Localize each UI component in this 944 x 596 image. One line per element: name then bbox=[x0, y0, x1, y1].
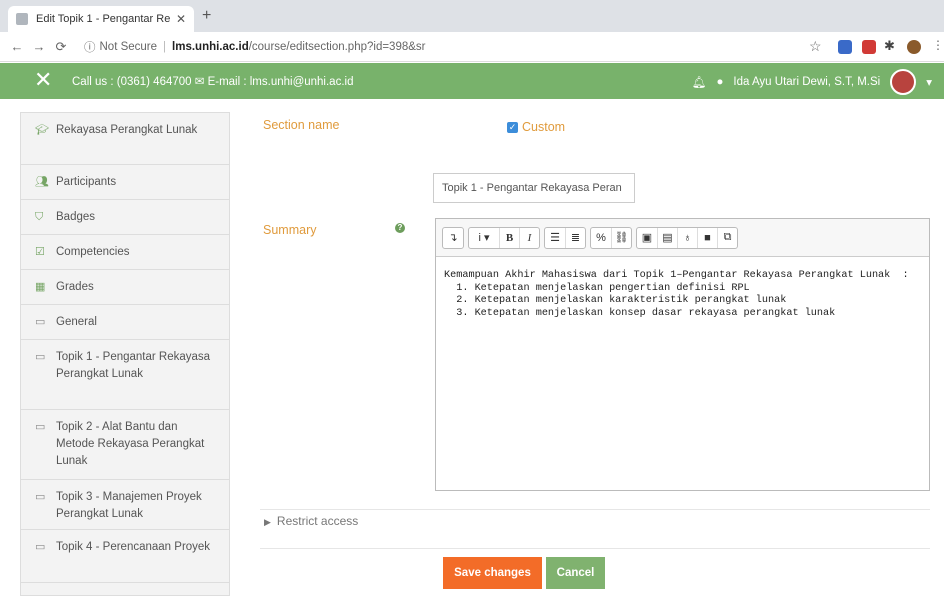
sidebar-item-badges[interactable]: ⛉ Badges bbox=[21, 200, 229, 235]
sidebar-item-competencies[interactable]: ☑ Competencies bbox=[21, 235, 229, 270]
user-name[interactable]: Ida Ayu Utari Dewi, S.T, M.Si bbox=[733, 76, 880, 88]
message-icon[interactable]: ● bbox=[716, 76, 723, 88]
new-tab-button[interactable]: + bbox=[202, 7, 211, 25]
shield-icon: ⛉ bbox=[35, 211, 44, 223]
address-bar: ← → ⟳ ⓘ Not Secure | lms.unhi.ac.id/cour… bbox=[0, 32, 944, 62]
avatar[interactable] bbox=[890, 69, 917, 95]
summary-editor[interactable]: ↴ i ▾ B I ☰ ≣ % ⛓ ▣ ▤ ♁ ■ ⧉ Kemampuan Akhir Maha… bbox=[435, 218, 930, 491]
reload-icon[interactable]: ⟳ bbox=[50, 39, 72, 55]
sidebar-item-label: Participants bbox=[56, 176, 117, 188]
folder-icon: ▭ bbox=[35, 421, 46, 433]
divider bbox=[260, 548, 930, 549]
tab-title: Edit Topik 1 - Pengantar Rekay bbox=[36, 13, 170, 25]
section-name-label: Section name bbox=[263, 118, 340, 132]
users-icon: 👥︎ bbox=[35, 176, 49, 188]
folder-icon: ▭ bbox=[35, 316, 46, 328]
back-icon[interactable]: ← bbox=[6, 39, 28, 54]
sidebar-item-label: General bbox=[56, 316, 97, 328]
summary-text[interactable]: Kemampuan Akhir Mahasiswa dari Topik 1–P… bbox=[436, 257, 929, 333]
graduation-cap-icon: 🎓︎ bbox=[35, 124, 49, 136]
sidebar-item-course[interactable]: 🎓︎ Rekayasa Perangkat Lunak bbox=[21, 113, 229, 165]
chevron-down-icon[interactable]: ▾ bbox=[926, 75, 932, 89]
ordered-list-icon[interactable]: ≣ bbox=[565, 227, 585, 248]
image-icon[interactable]: ▣ bbox=[637, 228, 657, 248]
unordered-list-icon[interactable]: ☰ bbox=[545, 228, 565, 248]
forward-icon[interactable]: → bbox=[28, 39, 50, 54]
paragraph-styles-icon[interactable]: i ▾ bbox=[469, 228, 499, 248]
menu-dots-icon[interactable]: ⋮ bbox=[932, 38, 944, 52]
url-host: lms.unhi.ac.id bbox=[172, 41, 249, 53]
divider bbox=[260, 509, 930, 510]
sidebar-item-label: Rekayasa Perangkat Lunak bbox=[56, 124, 198, 136]
favicon-icon bbox=[16, 13, 28, 25]
url-field[interactable]: ⓘ Not Secure | lms.unhi.ac.id/course/edi… bbox=[84, 36, 844, 58]
sidebar-item-topik-3[interactable]: ▭ Topik 3 - Manajemen Proyek Perangkat Lu… bbox=[21, 480, 229, 530]
table-icon: ▦ bbox=[35, 281, 46, 293]
close-tab-icon[interactable]: ✕ bbox=[176, 12, 186, 26]
folder-icon: ▭ bbox=[35, 541, 46, 553]
microphone-icon[interactable]: ♁ bbox=[677, 227, 697, 248]
italic-icon[interactable]: I bbox=[519, 227, 539, 248]
bookmark-star-icon[interactable]: ☆ bbox=[809, 38, 822, 55]
bold-icon[interactable]: B bbox=[499, 227, 519, 248]
save-changes-button[interactable]: Save changes bbox=[443, 557, 542, 589]
restrict-access-label: Restrict access bbox=[276, 514, 359, 528]
sidebar-item-participants[interactable]: 👥︎ Participants bbox=[21, 165, 229, 200]
check-square-icon: ☑ bbox=[35, 246, 45, 258]
browser-tab[interactable]: Edit Topik 1 - Pengantar Rekay ✕ bbox=[8, 6, 194, 32]
course-sidebar: 🎓︎ Rekayasa Perangkat Lunak 👥︎ Participant… bbox=[20, 112, 230, 596]
security-status: Not Secure bbox=[99, 41, 158, 53]
summary-label: Summary bbox=[263, 223, 317, 237]
sidebar-item-label: Badges bbox=[56, 211, 96, 223]
extension-icon[interactable] bbox=[862, 40, 876, 54]
editor-toolbar: ↴ i ▾ B I ☰ ≣ % ⛓ ▣ ▤ ♁ ■ ⧉ bbox=[436, 219, 929, 257]
puzzle-icon[interactable]: ✱ bbox=[884, 38, 895, 54]
section-name-input[interactable]: Topik 1 - Pengantar Rekayasa Peran bbox=[433, 173, 635, 203]
collapse-toolbar-icon[interactable]: ↴ bbox=[443, 228, 463, 248]
media-icon[interactable]: ▤ bbox=[657, 227, 677, 248]
video-icon[interactable]: ■ bbox=[697, 227, 717, 248]
help-icon[interactable]: ? bbox=[395, 223, 405, 233]
chevron-right-icon: ▶ bbox=[264, 517, 271, 527]
sidebar-item-topik-2[interactable]: ▭ Topik 2 - Alat Bantu dan Metode Rekayas… bbox=[21, 410, 229, 480]
site-navbar: ✕ Call us : (0361) 464700 ✉ E-mail : lms… bbox=[0, 63, 944, 99]
unlink-icon[interactable]: ⛓ bbox=[611, 227, 631, 248]
restrict-access-toggle[interactable]: ▶ Restrict access bbox=[264, 514, 358, 528]
sidebar-item-topik-1[interactable]: ▭ Topik 1 - Pengantar Rekayasa Perangkat … bbox=[21, 340, 229, 410]
sidebar-item-label: Topik 2 - Alat Bantu dan Metode Rekayasa… bbox=[56, 421, 205, 467]
info-icon[interactable]: ⓘ bbox=[84, 39, 96, 55]
sidebar-item-label: Topik 3 - Manajemen Proyek Perangkat Lun… bbox=[56, 491, 202, 520]
bell-icon[interactable]: 🔔︎ bbox=[692, 75, 707, 89]
sidebar-item-label: Topik 4 - Perencanaan Proyek bbox=[56, 541, 211, 553]
custom-checkbox[interactable]: ✓ Custom bbox=[507, 120, 565, 134]
sidebar-item-grades[interactable]: ▦ Grades bbox=[21, 270, 229, 305]
sidebar-item-label: Topik 1 - Pengantar Rekayasa Perangkat L… bbox=[56, 351, 211, 380]
url-path: /course/editsection.php?id=398&sr bbox=[248, 41, 426, 53]
folder-icon: ▭ bbox=[35, 351, 46, 363]
tab-strip: Edit Topik 1 - Pengantar Rekay ✕ + bbox=[0, 0, 944, 32]
contact-info: Call us : (0361) 464700 ✉ E-mail : lms.u… bbox=[72, 76, 354, 88]
cancel-button[interactable]: Cancel bbox=[546, 557, 605, 589]
checkbox-icon[interactable]: ✓ bbox=[507, 121, 518, 133]
link-icon[interactable]: % bbox=[591, 228, 611, 248]
sidebar-item-label: Competencies bbox=[56, 246, 130, 258]
sidebar-item-general[interactable]: ▭ General bbox=[21, 305, 229, 340]
sidebar-item-label: Grades bbox=[56, 281, 94, 293]
manage-files-icon[interactable]: ⧉ bbox=[717, 227, 737, 248]
profile-icon[interactable] bbox=[907, 40, 921, 54]
extension-icon[interactable] bbox=[838, 40, 852, 54]
custom-label: Custom bbox=[522, 120, 566, 134]
sidebar-item-topik-4[interactable]: ▭ Topik 4 - Perencanaan Proyek bbox=[21, 530, 229, 583]
close-drawer-icon[interactable]: ✕ bbox=[34, 68, 52, 92]
folder-icon: ▭ bbox=[35, 491, 46, 503]
